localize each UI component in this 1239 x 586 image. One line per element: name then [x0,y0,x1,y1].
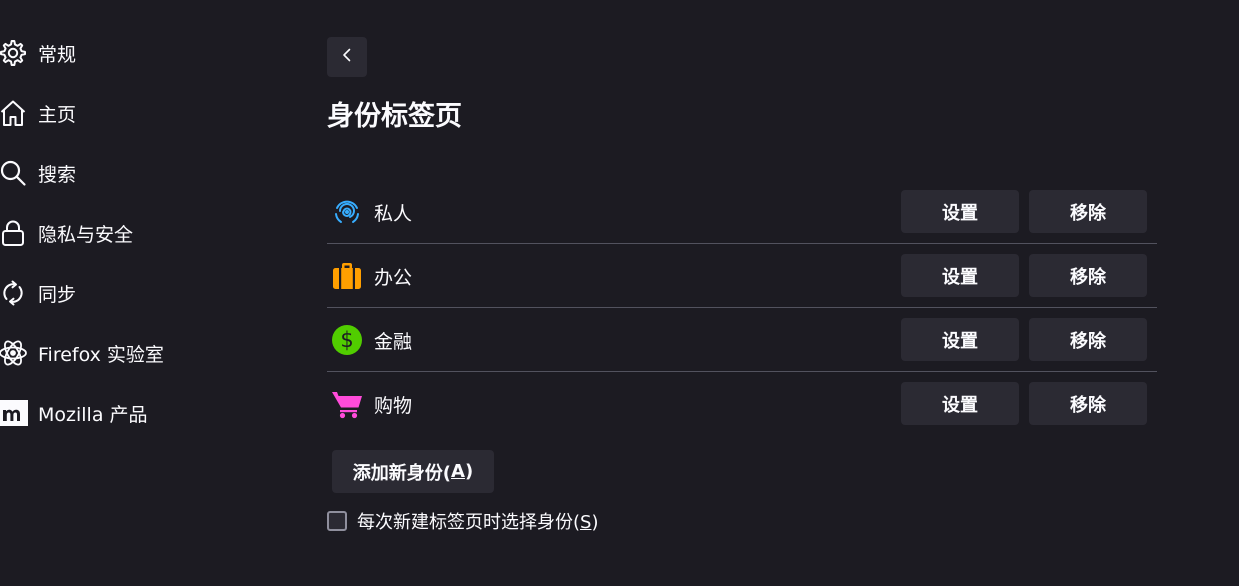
sidebar-item-label: 搜索 [38,163,77,186]
settings-button[interactable]: 设置 [901,382,1019,425]
briefcase-icon [331,260,363,292]
checkbox-label: 每次新建标签页时选择身份(S) [357,508,599,534]
sidebar-item-mozilla-products[interactable]: Mozilla 产品 [0,391,148,435]
add-container-access-key: A [451,461,465,482]
sidebar-item-label: 常规 [38,43,77,66]
sidebar-item-sync[interactable]: 同步 [0,271,76,315]
sidebar-item-search[interactable]: 搜索 [0,151,76,195]
settings-button[interactable]: 设置 [901,190,1019,233]
container-row-finance: $ 金融 设置 移除 [327,308,1157,372]
container-row-work: 办公 设置 移除 [327,244,1157,308]
add-container-button[interactable]: 添加新身份(A) [332,450,494,493]
add-container-label-suffix: ) [464,461,474,482]
remove-button[interactable]: 移除 [1029,382,1147,425]
sidebar-item-general[interactable]: 常规 [0,31,76,75]
sync-icon [0,278,28,308]
container-name: 私人 [374,203,413,225]
mozilla-icon [0,398,28,428]
container-name: 购物 [374,395,413,417]
lock-icon [0,218,28,248]
remove-button[interactable]: 移除 [1029,254,1147,297]
search-icon [0,158,28,188]
checkbox-access-key: S [580,512,592,533]
dollar-icon: $ [331,324,363,356]
container-row-personal: 私人 设置 移除 [327,180,1157,244]
remove-button[interactable]: 移除 [1029,318,1147,361]
container-name: 金融 [374,331,413,353]
container-row-shopping: 购物 设置 移除 [327,372,1157,436]
container-name: 办公 [374,267,413,289]
select-container-checkbox[interactable] [327,511,347,531]
sidebar-item-home[interactable]: 主页 [0,91,76,135]
page-title: 身份标签页 [327,101,462,132]
chevron-left-icon [339,47,355,67]
atom-icon [0,338,28,368]
sidebar-item-firefox-labs[interactable]: Firefox 实验室 [0,331,164,375]
checkbox-label-prefix: 每次新建标签页时选择身份( [357,512,581,533]
sidebar-item-privacy[interactable]: 隐私与安全 [0,211,133,255]
sidebar-item-label: Firefox 实验室 [38,343,164,366]
back-button[interactable] [327,37,367,77]
settings-button[interactable]: 设置 [901,318,1019,361]
checkbox-label-suffix: ) [591,512,599,533]
settings-button[interactable]: 设置 [901,254,1019,297]
cart-icon [331,388,363,420]
remove-button[interactable]: 移除 [1029,190,1147,233]
fingerprint-icon [331,196,363,228]
home-icon [0,98,28,128]
select-container-on-new-tab[interactable]: 每次新建标签页时选择身份(S) [327,508,599,534]
sidebar-item-label: 同步 [38,283,77,306]
sidebar-item-label: 隐私与安全 [38,223,134,246]
sidebar-item-label: 主页 [38,103,77,126]
add-container-label-prefix: 添加新身份( [352,462,452,484]
gear-icon [0,38,28,68]
svg-text:$: $ [340,328,353,352]
sidebar-item-label: Mozilla 产品 [38,403,148,426]
